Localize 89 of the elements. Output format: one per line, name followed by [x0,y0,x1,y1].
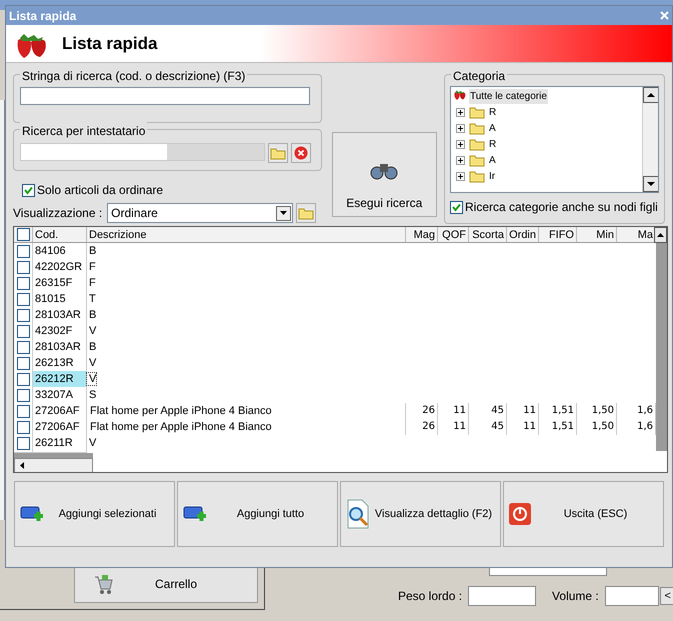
checkbox[interactable] [16,340,30,354]
action-button[interactable]: Aggiungi tutto [177,481,338,547]
search-field[interactable] [20,87,310,105]
checkbox[interactable] [22,184,35,196]
table-cell-text: B [88,309,96,321]
caret-icon [280,211,288,215]
magnifier-document-icon [346,499,370,529]
up-arrow-icon [657,233,664,237]
table-cell-text: V [88,325,96,337]
checkbox[interactable] [16,436,30,450]
checkbox[interactable] [16,276,30,290]
add-icon [183,504,207,524]
table-cell-text: B [88,245,96,257]
folder-icon [469,122,485,134]
power-icon [509,503,531,525]
folder-icon [469,154,485,166]
column-header[interactable]: QOF [438,227,469,242]
table-cell-text: B [88,341,96,353]
up-arrow-icon [643,87,658,103]
view-dropdown[interactable]: Ordinare [107,203,294,223]
checkbox[interactable] [16,244,30,258]
folder-icon [270,146,286,160]
expand-icon [456,156,465,164]
folder-icon [298,206,314,220]
checkbox-label: Ricerca categorie anche su nodi figli [465,199,658,216]
scroll-up-button[interactable] [654,227,667,243]
volume-field[interactable] [604,586,659,606]
action-button[interactable]: Visualizza dettaglio (F2) [340,481,501,547]
scrollbar[interactable] [642,87,658,192]
folder-icon [469,170,485,182]
tree-item[interactable]: Ir [489,168,496,184]
table-cell-text: T [88,293,96,305]
action-button[interactable]: Uscita (ESC) [503,481,664,547]
expand-button[interactable]: < [660,587,673,605]
select-all-checkbox[interactable] [16,228,30,241]
clear-icon [294,146,308,160]
tree-item[interactable]: R [489,136,496,152]
column-header[interactable]: Mag [406,227,438,242]
expand-icon [456,108,465,116]
owner-field[interactable] [20,143,265,162]
tree-item[interactable]: A [489,120,496,136]
column-header[interactable]: Ordin [507,227,539,242]
table-cell-text: S [88,389,96,401]
checkbox[interactable] [16,356,30,370]
table-cell-text: F [88,261,96,273]
field-label: Volume : [552,588,599,605]
down-arrow-icon [643,176,658,192]
cart-icon [93,573,113,595]
checkbox[interactable] [16,324,30,338]
table-cell-text: V [88,437,96,449]
close-icon [660,11,669,20]
field-label: Visualizzazione : [13,205,102,222]
checkbox[interactable] [16,260,30,274]
search-button[interactable]: Esegui ricerca [332,132,437,217]
folder-icon [469,106,485,118]
column-header[interactable]: Min [577,227,617,242]
table-cell-text: V [88,357,96,369]
expand-icon [456,124,465,132]
checkbox[interactable] [16,372,30,386]
tree-item[interactable]: A [489,152,496,168]
cart-button[interactable]: Carrello [74,565,258,603]
tree-item[interactable]: R [489,104,496,120]
expand-icon [456,172,465,180]
checkbox-label: Solo articoli da ordinare [37,182,164,199]
window-title: Lista rapida [9,8,76,24]
checkbox[interactable] [16,388,30,402]
header-title: Lista rapida [62,32,158,55]
checkbox[interactable] [16,292,30,306]
table-cell: V [87,373,96,385]
checkbox[interactable] [16,308,30,322]
column-header[interactable]: Descrizione [87,227,406,242]
action-button[interactable]: Aggiungi selezionati [14,481,175,547]
expand-icon [456,140,465,148]
column-header[interactable]: Cod. [33,227,87,242]
weight-field[interactable] [468,586,536,606]
horizontal-scrollbar[interactable] [14,458,93,472]
folder-icon [469,138,485,150]
checkbox[interactable] [16,404,30,418]
table-cell-text: F [88,277,96,289]
checkbox[interactable] [450,200,463,214]
table-cell[interactable]: 26211R [33,435,87,452]
column-header[interactable]: FIFO [539,227,577,242]
add-icon [20,504,44,524]
tree-item[interactable]: Tutte le categorie [469,88,548,104]
field-label: Peso lordo : [398,588,462,605]
column-header[interactable]: Scorta [469,227,507,242]
clear-button[interactable] [291,143,311,164]
group-label: Ricerca per intestatario [20,122,148,140]
checkbox[interactable] [16,420,30,434]
